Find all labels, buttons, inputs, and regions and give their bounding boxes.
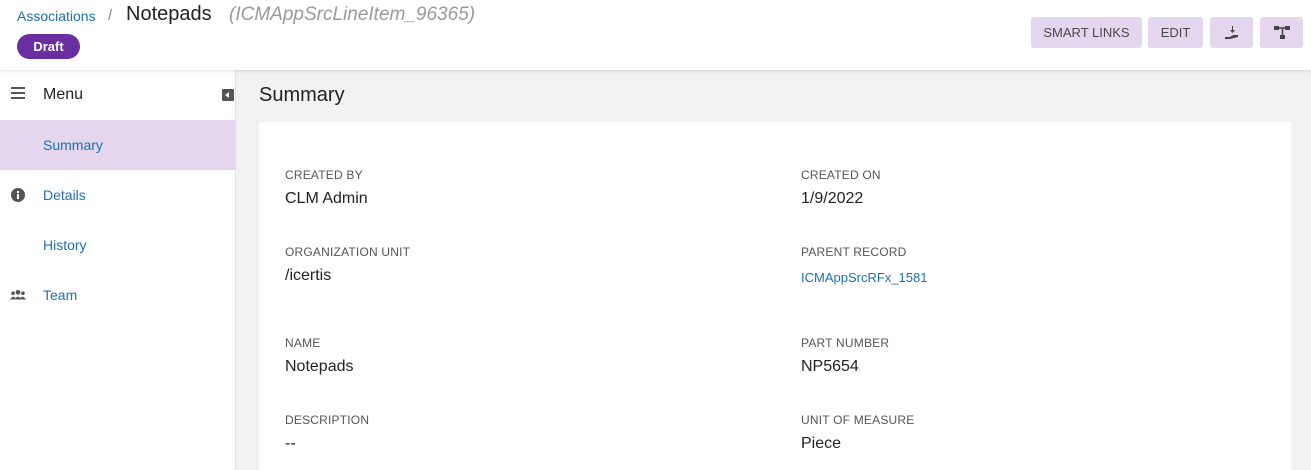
created-on-label: CREATED ON (801, 168, 881, 182)
parent-record-link[interactable]: ICMAppSrcRFx_1581 (801, 270, 927, 285)
sidebar-item-label: History (43, 237, 87, 253)
hamburger-menu-icon[interactable] (11, 87, 25, 99)
sidebar: Menu Summary Details History Team (0, 70, 236, 470)
organization-unit-value: /icertis (285, 267, 332, 284)
record-code-subtitle: (ICMAppSrcLineItem_96365) (229, 4, 476, 25)
part-number-label: PART NUMBER (801, 336, 890, 350)
collapse-sidebar-icon[interactable] (222, 89, 234, 101)
summary-card: CREATED BY CLM Admin CREATED ON 1/9/2022… (259, 122, 1291, 470)
hand-sign-icon (1224, 26, 1238, 39)
sidebar-item-summary[interactable]: Summary (0, 120, 236, 170)
description-value: -- (285, 435, 296, 452)
breadcrumb-associations-link[interactable]: Associations (17, 8, 96, 24)
status-badge: Draft (17, 34, 80, 59)
part-number-value: NP5654 (801, 358, 859, 375)
sidebar-item-label: Details (43, 187, 86, 203)
smart-links-button[interactable]: SMART LINKS (1031, 17, 1142, 48)
sidebar-item-history[interactable]: History (0, 220, 236, 270)
name-label: NAME (285, 336, 321, 350)
team-icon (9, 289, 27, 300)
sidebar-menu-header: Menu (0, 70, 236, 120)
info-icon (11, 188, 25, 202)
breadcrumb-separator: / (108, 7, 113, 24)
page-heading-title: Notepads (126, 3, 212, 25)
section-title: Summary (259, 84, 345, 106)
sidebar-item-details[interactable]: Details (0, 170, 236, 220)
sign-button[interactable] (1210, 17, 1253, 48)
header-bar: Associations / Notepads (ICMAppSrcLineIt… (0, 0, 1311, 70)
hierarchy-button[interactable] (1260, 17, 1303, 48)
main-content: Summary CREATED BY CLM Admin CREATED ON … (236, 70, 1311, 470)
description-label: DESCRIPTION (285, 413, 370, 427)
sidebar-item-label: Summary (43, 137, 103, 153)
edit-button[interactable]: EDIT (1148, 17, 1203, 48)
sidebar-item-label: Team (43, 287, 78, 303)
unit-of-measure-value: Piece (801, 435, 842, 452)
menu-label: Menu (43, 86, 84, 103)
parent-record-label: PARENT RECORD (801, 245, 907, 259)
created-by-label: CREATED BY (285, 168, 363, 182)
created-by-value: CLM Admin (285, 190, 368, 207)
unit-of-measure-label: UNIT OF MEASURE (801, 413, 915, 427)
hierarchy-icon (1273, 26, 1290, 39)
created-on-value: 1/9/2022 (801, 190, 864, 207)
organization-unit-label: ORGANIZATION UNIT (285, 245, 411, 259)
sidebar-item-team[interactable]: Team (0, 270, 236, 320)
name-value: Notepads (285, 358, 354, 375)
